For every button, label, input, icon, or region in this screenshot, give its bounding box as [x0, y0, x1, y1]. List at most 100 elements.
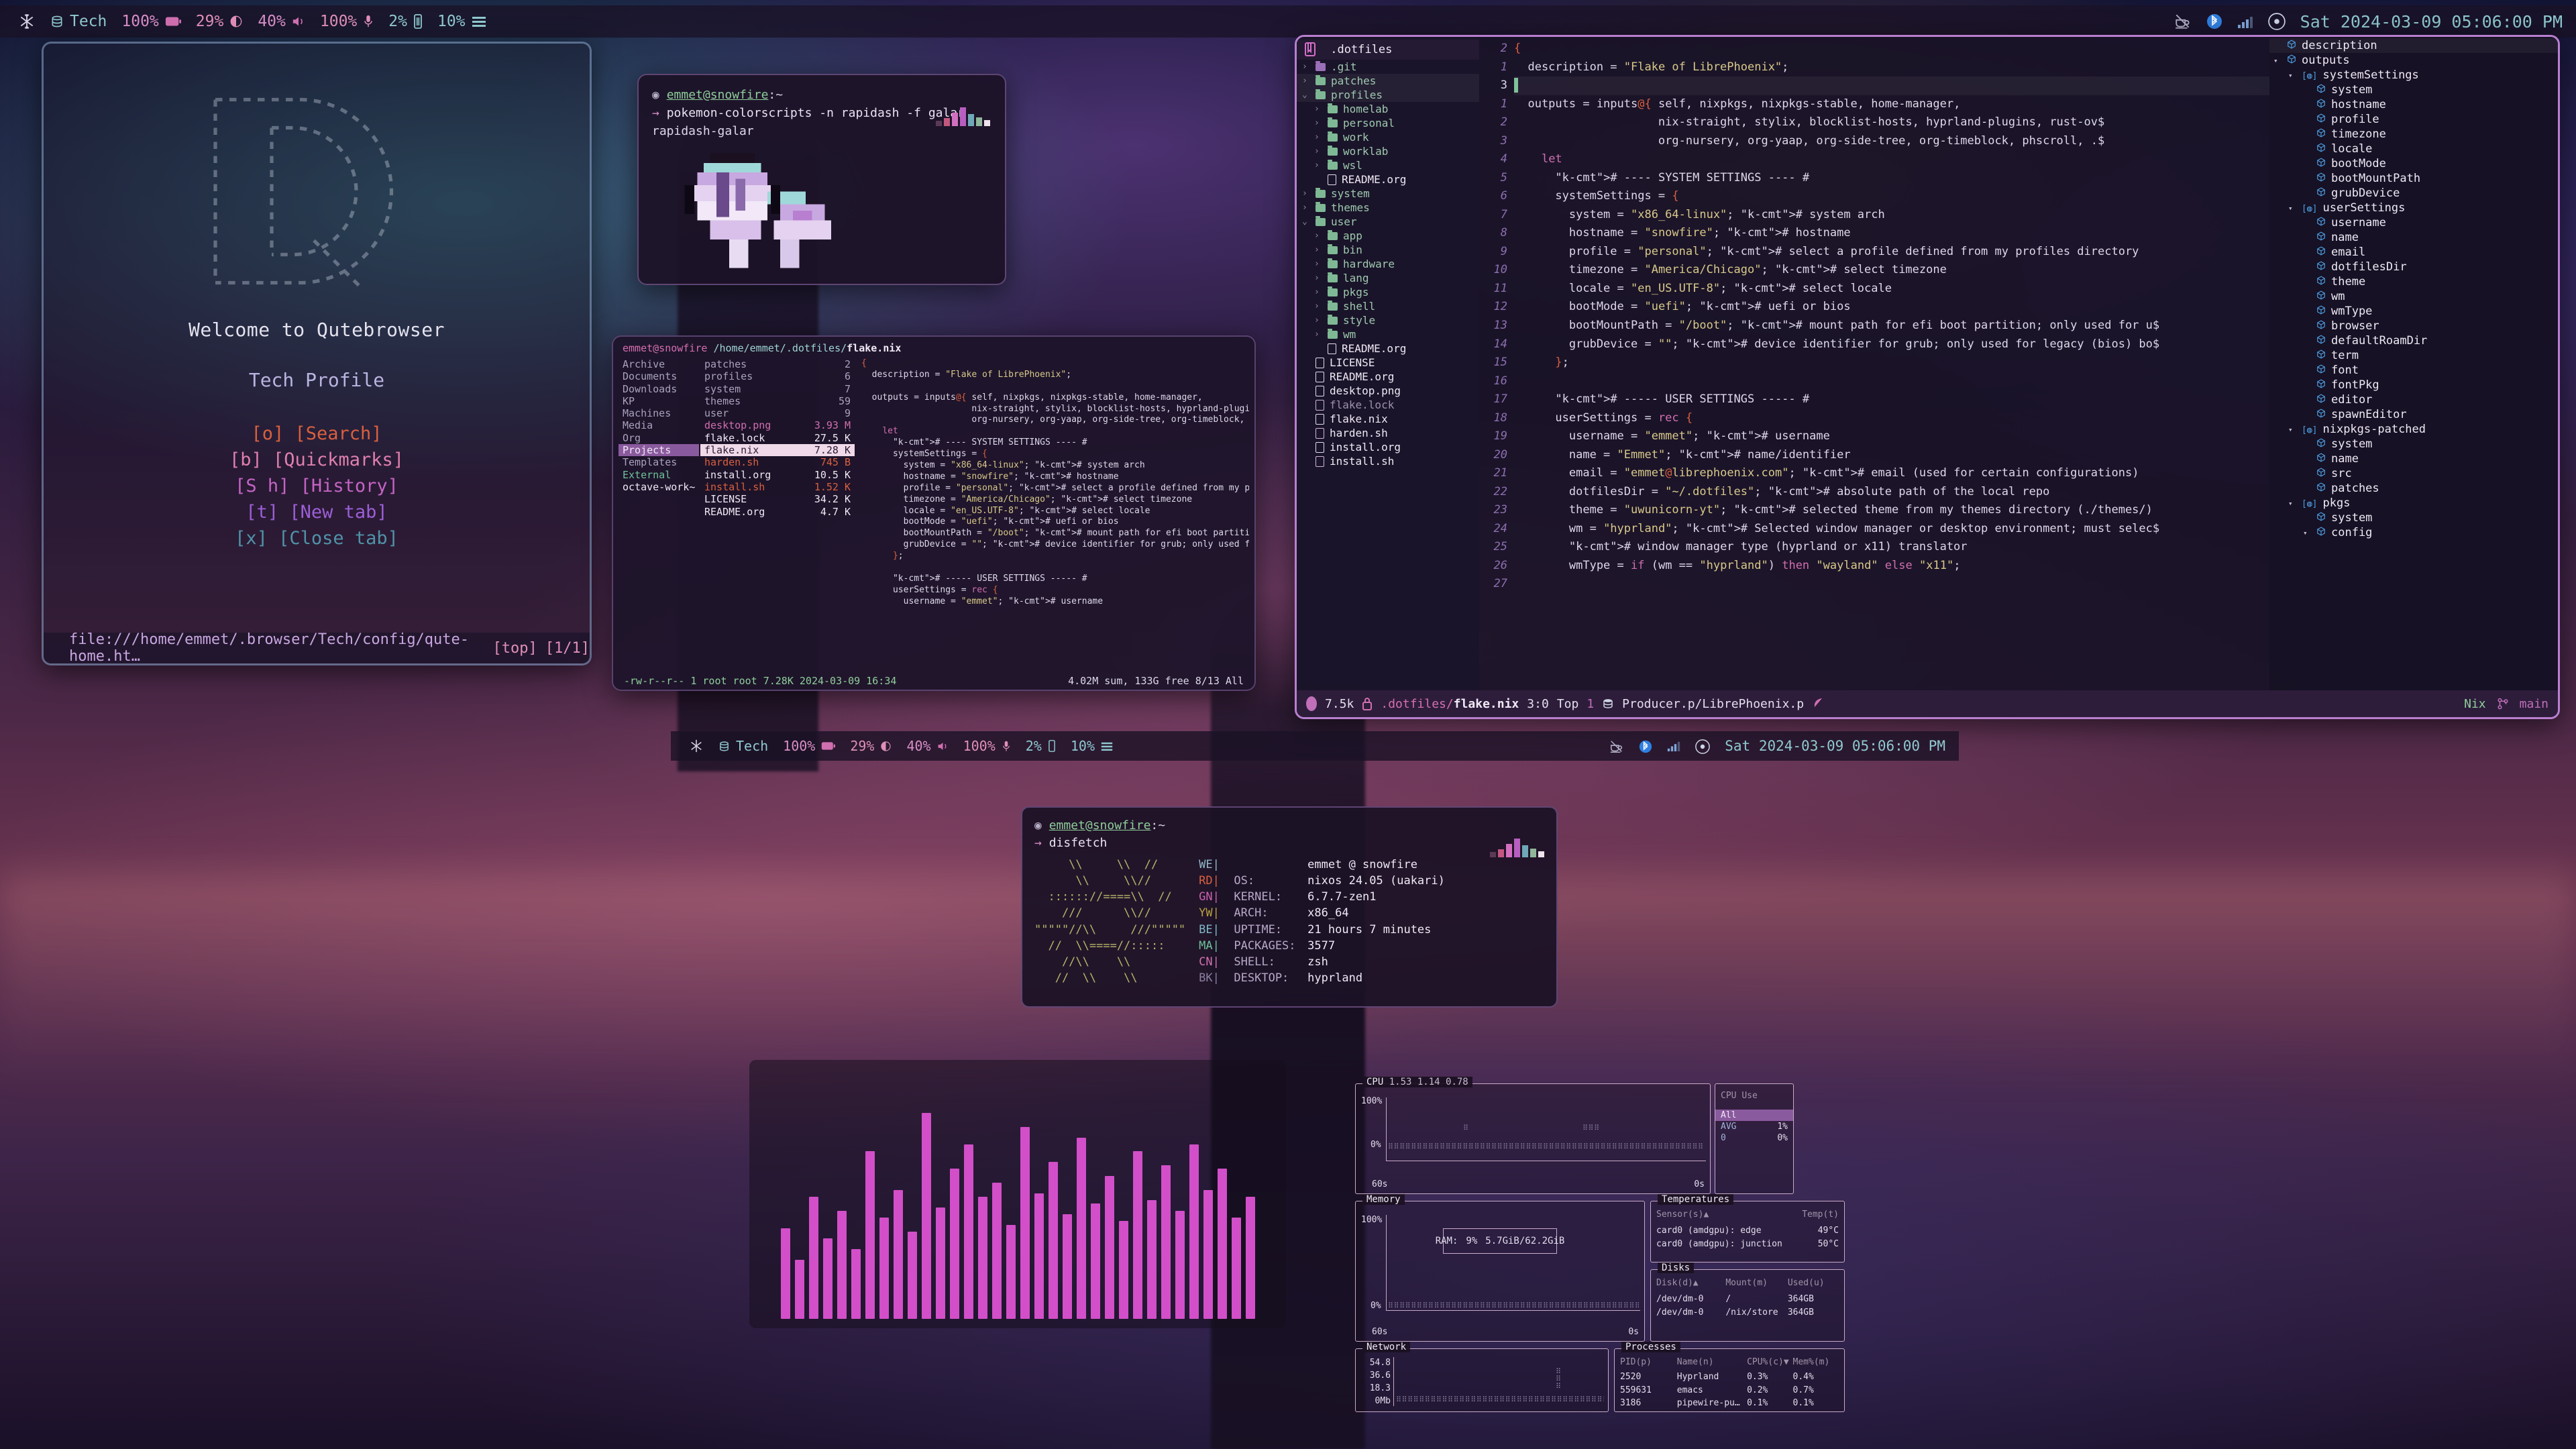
record-icon-bottom[interactable] — [1695, 737, 1711, 755]
bluetooth-icon-bottom[interactable] — [1639, 737, 1652, 755]
ranger-file-row[interactable]: system 7 — [700, 383, 855, 395]
expand-arrow-icon[interactable]: ▾ — [2288, 425, 2296, 434]
expand-arrow-icon[interactable]: ▾ — [2273, 56, 2282, 65]
chevron-icon[interactable]: › — [1314, 146, 1322, 156]
cpu-core-row[interactable]: AVG 1% — [1715, 1121, 1793, 1132]
imenu-row[interactable]: email — [2269, 245, 2558, 260]
treemacs-row[interactable]: › pkgs — [1297, 285, 1479, 299]
ranger-parent-item[interactable]: Templates — [619, 456, 699, 468]
record-icon[interactable] — [2267, 13, 2286, 31]
imenu-row[interactable]: ▾ [◍] userSettings — [2269, 201, 2558, 215]
idle-inhibit-icon-bottom[interactable] — [1609, 737, 1624, 755]
treemacs-row[interactable]: › app — [1297, 229, 1479, 243]
workspace-indicator[interactable]: Tech — [43, 13, 114, 30]
imenu-row[interactable]: ▾ [◍] nixpkgs-patched — [2269, 422, 2558, 437]
wifi-signal-icon[interactable] — [2237, 13, 2253, 30]
imenu-row[interactable]: locale — [2269, 142, 2558, 156]
treemacs-root-row[interactable]: .dotfiles — [1297, 40, 1479, 60]
ranger-parent-item[interactable]: octave-work~ — [619, 481, 699, 493]
ranger-file-row[interactable]: desktop.png 3.93 M — [700, 419, 855, 431]
treemacs-row[interactable]: ⌄ user — [1297, 215, 1479, 229]
treemacs-row[interactable]: README.org — [1297, 341, 1479, 356]
chevron-icon[interactable]: › — [1302, 203, 1310, 213]
treemacs-row[interactable]: › lang — [1297, 271, 1479, 285]
volume-module[interactable]: 40% — [250, 13, 313, 30]
treemacs-row[interactable]: › wsl — [1297, 158, 1479, 172]
btop-system-monitor[interactable]: CPU 1.53 1.14 0.78 100% 0% ⠿⠿⠿⠿⠿⠿⠿⠿⠿⠿⠿⠿⠿… — [1355, 1077, 1845, 1412]
treemacs-row[interactable]: install.sh — [1297, 454, 1479, 468]
expand-arrow-icon[interactable]: ▾ — [2288, 71, 2296, 80]
cpu-core-row[interactable]: All — [1715, 1110, 1793, 1121]
treemacs-row[interactable]: › worklab — [1297, 144, 1479, 158]
microphone-module-bottom[interactable]: 100% — [956, 738, 1018, 754]
ranger-file-manager-window[interactable]: emmet@snowfire /home/emmet/.dotfiles/fla… — [612, 335, 1256, 691]
imenu-row[interactable]: ▾ [◍] systemSettings — [2269, 68, 2558, 83]
ranger-file-row[interactable]: LICENSE 34.2 K — [700, 493, 855, 505]
emacs-code-area[interactable]: 2 1 3 1 2 3 4 5 6 7 8 9 10 11 12 13 14 15 16 17 18 19 20 21 22 23… — [1479, 37, 2269, 690]
imenu-row[interactable]: system — [2269, 511, 2558, 525]
battery-module[interactable]: 100% — [114, 13, 188, 30]
treemacs-row[interactable]: › style — [1297, 313, 1479, 327]
chevron-icon[interactable]: › — [1314, 245, 1322, 255]
treemacs-row[interactable]: › themes — [1297, 201, 1479, 215]
btop-temperatures-box[interactable]: Temperatures Sensor(s)▲ Temp(t) card0 (a… — [1650, 1194, 1845, 1263]
chevron-icon[interactable]: › — [1314, 118, 1322, 128]
disk-header-cell[interactable]: Disk(d)▲ — [1656, 1278, 1725, 1288]
imenu-row[interactable]: timezone — [2269, 127, 2558, 142]
link-search[interactable]: [o] [Search] — [251, 423, 382, 444]
link-quickmarks[interactable]: [b] [Quickmarks] — [229, 449, 404, 470]
chevron-icon[interactable]: › — [1302, 189, 1310, 199]
chevron-icon[interactable]: ⌄ — [1302, 217, 1310, 227]
treemacs-row[interactable]: ⌄ profiles — [1297, 88, 1479, 102]
code-text[interactable]: { description = "Flake of LibrePhoenix";… — [1514, 37, 2269, 690]
treemacs-row[interactable]: README.org — [1297, 172, 1479, 186]
imenu-row[interactable]: dotfilesDir — [2269, 260, 2558, 274]
ranger-file-row[interactable]: user 9 — [700, 407, 855, 419]
chevron-icon[interactable]: › — [1302, 76, 1310, 86]
memory-module-bottom[interactable]: 2% — [1018, 738, 1063, 754]
treemacs-sidebar[interactable]: .dotfiles › .git › patches ⌄ profiles › homelab… — [1297, 37, 1479, 690]
clock-bottom[interactable]: Sat 2024-03-09 05:06:00 PM — [1725, 738, 1945, 754]
expand-arrow-icon[interactable]: ▾ — [2288, 499, 2296, 508]
btop-network-box[interactable]: Network 54.8 36.6 18.3 0Mb ⠿⠿⠿⠿⠿⠿⠿⠿⠿⠿⠿⠿⠿⠿⠿⠿… — [1355, 1342, 1609, 1412]
processes-header[interactable]: PID(p) Name(n) CPU%(c)▼ Mem%(m) — [1620, 1357, 1839, 1367]
treemacs-row[interactable]: flake.nix — [1297, 412, 1479, 426]
process-row[interactable]: 3186 pipewire-pu… 0.1% 0.1% — [1620, 1397, 1839, 1410]
temp-header-sensor[interactable]: Sensor(s)▲ — [1656, 1210, 1709, 1220]
ranger-parent-item[interactable]: Projects — [619, 444, 699, 457]
bluetooth-icon[interactable] — [2206, 13, 2222, 31]
chevron-icon[interactable]: › — [1314, 259, 1322, 269]
ranger-current-column[interactable]: patches 2 profiles 6 system 7 themes 59 user 9 des… — [700, 358, 855, 672]
imenu-row[interactable]: wm — [2269, 289, 2558, 304]
imenu-row[interactable]: theme — [2269, 274, 2558, 289]
workspace-indicator-bottom[interactable]: Tech — [711, 738, 775, 754]
treemacs-tree[interactable]: › .git › patches ⌄ profiles › homelab › personal ›… — [1297, 60, 1479, 468]
clock[interactable]: Sat 2024-03-09 05:06:00 PM — [2300, 12, 2563, 32]
treemacs-row[interactable]: README.org — [1297, 370, 1479, 384]
ranger-parent-item[interactable]: KP — [619, 395, 699, 407]
process-rows[interactable]: 2520 Hyprland 0.3% 0.4% 559631 emacs 0.2% 0.7% 3… — [1620, 1371, 1839, 1410]
ranger-file-row[interactable]: flake.lock 27.5 K — [700, 432, 855, 444]
imenu-row[interactable]: term — [2269, 348, 2558, 363]
chevron-icon[interactable]: › — [1314, 329, 1322, 339]
temp-header-temp[interactable]: Temp(t) — [1802, 1210, 1839, 1220]
process-header-cell[interactable]: Name(n) — [1677, 1357, 1747, 1367]
ranger-file-row[interactable]: README.org 4.7 K — [700, 506, 855, 518]
treemacs-row[interactable]: › homelab — [1297, 102, 1479, 116]
imenu-row[interactable]: bootMode — [2269, 156, 2558, 171]
chevron-icon[interactable]: › — [1314, 231, 1322, 241]
brightness-module[interactable]: 29% — [189, 13, 251, 30]
chevron-icon[interactable]: › — [1314, 315, 1322, 325]
nix-snowflake-icon[interactable] — [11, 13, 43, 30]
imenu-row[interactable]: system — [2269, 83, 2558, 97]
disk-header-cell[interactable]: Used(u) — [1788, 1278, 1839, 1288]
ranger-parent-item[interactable]: Org — [619, 432, 699, 444]
brightness-module-bottom[interactable]: 29% — [843, 738, 899, 754]
btop-cpu-usage-box[interactable]: CPU Use All AVG 1% 0 0% — [1715, 1083, 1794, 1194]
disk-header-cell[interactable]: Mount(m) — [1725, 1278, 1787, 1288]
chevron-icon[interactable]: › — [1314, 273, 1322, 283]
imenu-row[interactable]: name — [2269, 451, 2558, 466]
chevron-icon[interactable]: › — [1314, 301, 1322, 311]
link-new-tab[interactable]: [t] [New tab] — [246, 502, 387, 523]
treemacs-row[interactable]: LICENSE — [1297, 356, 1479, 370]
